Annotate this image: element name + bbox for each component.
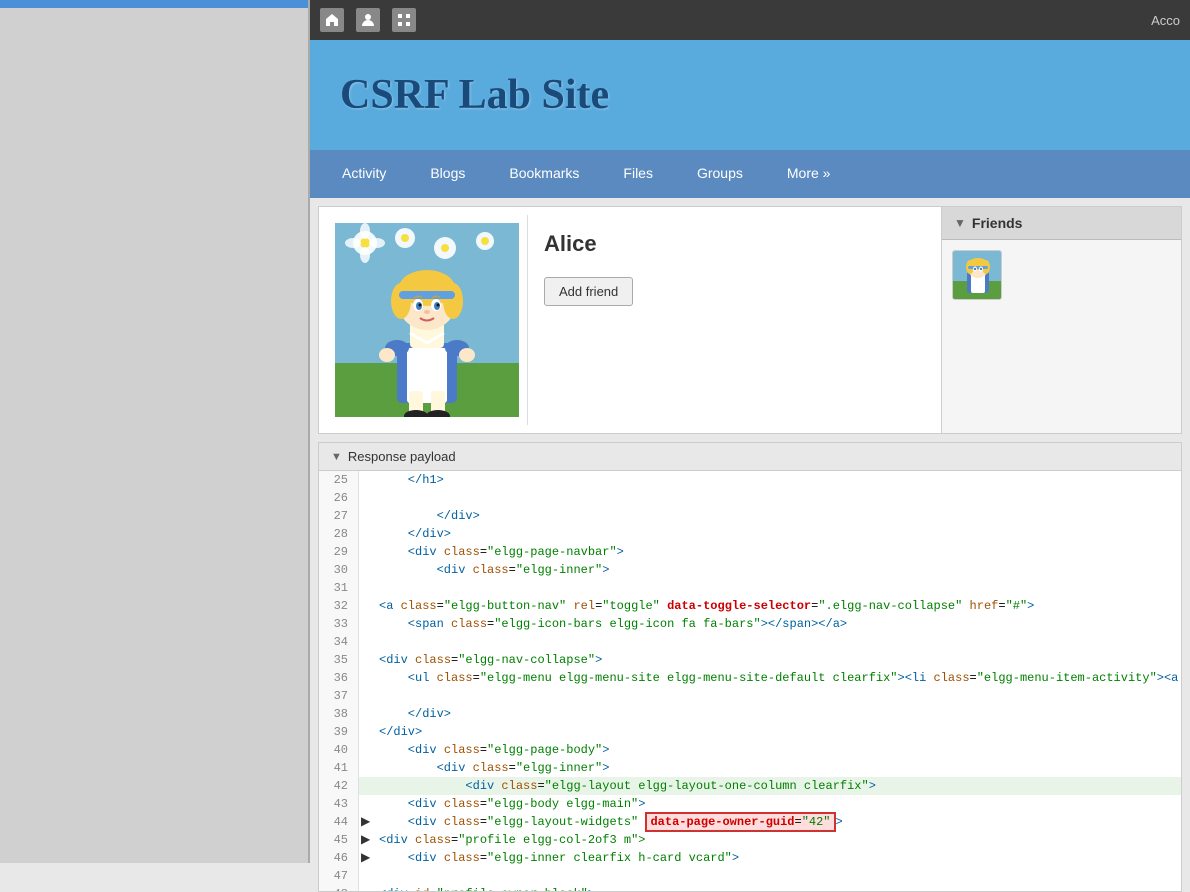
home-icon[interactable]: [320, 8, 344, 32]
account-label[interactable]: Acco: [1151, 13, 1180, 28]
code-line-42: 42 <div class="elgg-layout elgg-layout-o…: [319, 777, 1181, 795]
profile-photo-container: [327, 215, 527, 425]
nav-item-bookmarks[interactable]: Bookmarks: [487, 150, 601, 198]
nav-item-blogs[interactable]: Blogs: [408, 150, 487, 198]
friends-panel: ▼ Friends: [942, 206, 1182, 434]
friends-collapse-arrow[interactable]: ▼: [954, 216, 966, 230]
response-payload-header[interactable]: ▼ Response payload: [319, 443, 1181, 471]
code-line-40: 40 <div class="elgg-page-body">: [319, 741, 1181, 759]
nav-item-activity[interactable]: Activity: [320, 150, 408, 198]
profile-main: Alice Add friend: [318, 206, 942, 434]
profile-photo: [335, 223, 519, 417]
code-line-26: 26: [319, 489, 1181, 507]
code-line-46: 46 ▶ <div class="elgg-inner clearfix h-c…: [319, 849, 1181, 867]
code-line-39: 39 </div>: [319, 723, 1181, 741]
code-view: 25 </h1> 26 27 </div> 28 </div>: [319, 471, 1181, 891]
code-line-29: 29 <div class="elgg-page-navbar">: [319, 543, 1181, 561]
friend-avatar[interactable]: [952, 250, 1002, 300]
response-collapse-arrow: ▼: [331, 451, 342, 463]
main-area: Acco CSRF Lab Site Activity Blogs Bookma…: [310, 0, 1190, 892]
code-line-36: 36 <ul class="elgg-menu elgg-menu-site e…: [319, 669, 1181, 687]
code-line-48: 48 <div id="profile-owner-block">: [319, 885, 1181, 891]
code-line-27: 27 </div>: [319, 507, 1181, 525]
code-line-28: 28 </div>: [319, 525, 1181, 543]
nav-bar: Activity Blogs Bookmarks Files Groups Mo…: [310, 150, 1190, 198]
code-line-38: 38 </div>: [319, 705, 1181, 723]
code-line-41: 41 <div class="elgg-inner">: [319, 759, 1181, 777]
code-line-30: 30 <div class="elgg-inner">: [319, 561, 1181, 579]
code-line-34: 34: [319, 633, 1181, 651]
content-row: Alice Add friend ▼ Friends: [318, 206, 1182, 434]
code-line-45: 45 ▶ <div class="profile elgg-col-2of3 m…: [319, 831, 1181, 849]
top-bar: Acco: [310, 0, 1190, 40]
user-icon[interactable]: [356, 8, 380, 32]
nav-item-more[interactable]: More »: [765, 150, 853, 198]
response-payload-section: ▼ Response payload 25 </h1> 26 27 </div>: [318, 442, 1182, 892]
response-payload-title: Response payload: [348, 449, 456, 464]
nav-item-files[interactable]: Files: [601, 150, 675, 198]
sidebar-top-bar: [0, 0, 308, 8]
code-line-37: 37: [319, 687, 1181, 705]
settings-icon[interactable]: [392, 8, 416, 32]
code-line-32: 32 <a class="elgg-button-nav" rel="toggl…: [319, 597, 1181, 615]
header-banner: CSRF Lab Site: [310, 40, 1190, 150]
friends-title: Friends: [972, 215, 1023, 231]
add-friend-button[interactable]: Add friend: [544, 277, 633, 306]
code-line-25: 25 </h1>: [319, 471, 1181, 489]
left-sidebar: [0, 0, 310, 863]
friends-list: [942, 240, 1181, 310]
code-line-35: 35 <div class="elgg-nav-collapse">: [319, 651, 1181, 669]
profile-name: Alice: [544, 231, 917, 257]
site-title: CSRF Lab Site: [340, 71, 609, 119]
code-line-47: 47: [319, 867, 1181, 885]
code-line-33: 33 <span class="elgg-icon-bars elgg-icon…: [319, 615, 1181, 633]
friends-header: ▼ Friends: [942, 207, 1181, 240]
code-line-44: 44 ▶ <div class="elgg-layout-widgets" da…: [319, 813, 1181, 831]
code-line-31: 31: [319, 579, 1181, 597]
code-line-43: 43 <div class="elgg-body elgg-main">: [319, 795, 1181, 813]
profile-info: Alice Add friend: [527, 215, 933, 425]
nav-item-groups[interactable]: Groups: [675, 150, 765, 198]
